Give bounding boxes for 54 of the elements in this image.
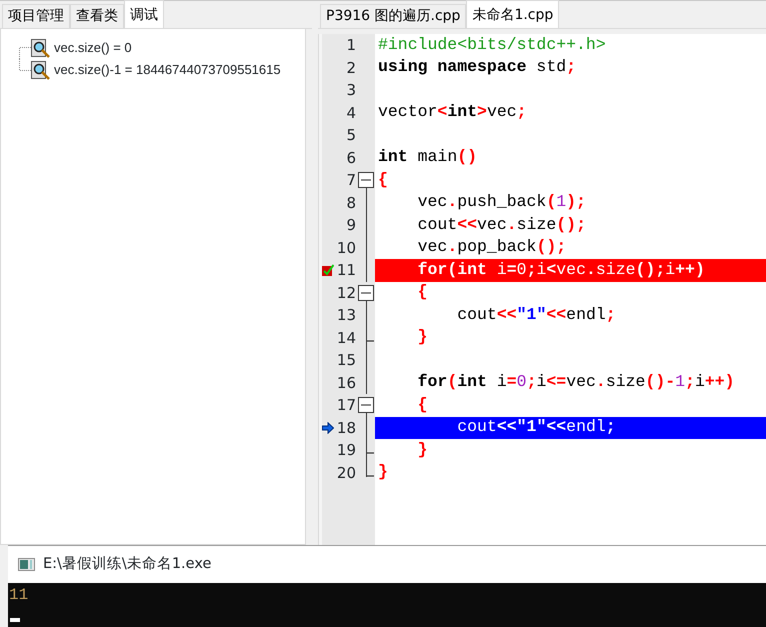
code-line: #include<bits/stdc++.h> (377, 34, 607, 56)
fold-toggle[interactable] (358, 172, 374, 188)
line-number: 7 (345, 170, 356, 191)
code-line: } (416, 439, 429, 461)
tree-connector (19, 47, 31, 59)
panel-tab[interactable]: 项目管理 (2, 4, 70, 28)
line-number: 11 (336, 260, 356, 281)
watch-expression[interactable]: vec.size() = 0 (54, 38, 132, 58)
console-output: 11 (9, 586, 28, 604)
fold-toggle[interactable] (358, 284, 374, 301)
code-line: vector<int>vec; (377, 102, 528, 124)
code-line: { (377, 169, 389, 191)
line-number: 16 (336, 372, 356, 394)
line-number: 18 (336, 418, 356, 438)
code-line: vec.pop_back(); (416, 236, 568, 258)
code-line: } (416, 326, 429, 348)
watch-expression[interactable]: vec.size()-1 = 18446744073709551615 (54, 60, 281, 80)
panel-tab[interactable]: 查看类 (70, 4, 124, 28)
line-number: 13 (336, 305, 356, 326)
code-line: cout<<vec.size(); (416, 214, 587, 236)
line-number: 4 (345, 102, 356, 124)
code-line: using namespace std; (377, 56, 578, 78)
console-title: E:\暑假训练\未命名1.exe (43, 554, 212, 574)
code-line: { (416, 394, 429, 416)
line-number: 12 (336, 282, 356, 304)
line-number: 6 (345, 148, 356, 168)
code-line: int main() (377, 146, 478, 168)
line-number: 15 (336, 350, 356, 371)
code-line: { (416, 282, 429, 304)
line-number: 19 (336, 440, 356, 461)
line-number: 8 (345, 192, 356, 214)
line-number: 2 (345, 58, 356, 78)
console-window-icon (18, 558, 35, 571)
file-tab[interactable]: P3916 图的遍历.cpp (320, 4, 466, 28)
line-number: 10 (336, 238, 356, 258)
line-number: 17 (336, 395, 356, 416)
code-line: vec.push_back(1); (416, 192, 587, 214)
fold-toggle[interactable] (358, 397, 374, 414)
breakpoint-check-icon[interactable] (322, 264, 334, 276)
line-number: 14 (336, 328, 356, 348)
line-number: 5 (345, 125, 356, 146)
watch-magnifier-icon (31, 38, 50, 58)
tree-connector (19, 59, 31, 71)
code-line: for(int i=0;i<=vec.size()-1;i++) (416, 372, 736, 394)
text-cursor (10, 618, 20, 622)
line-number: 9 (345, 215, 356, 236)
panel-tab[interactable]: 调试 (124, 0, 164, 28)
line-number: 20 (336, 462, 356, 484)
line-number: 3 (345, 80, 356, 101)
line-number: 1 (345, 35, 356, 56)
watch-magnifier-icon (31, 60, 50, 80)
file-tab[interactable]: 未命名1.cpp (466, 0, 560, 28)
code-line: cout<<"1"<<endl; (456, 304, 617, 326)
code-line: } (377, 462, 389, 484)
